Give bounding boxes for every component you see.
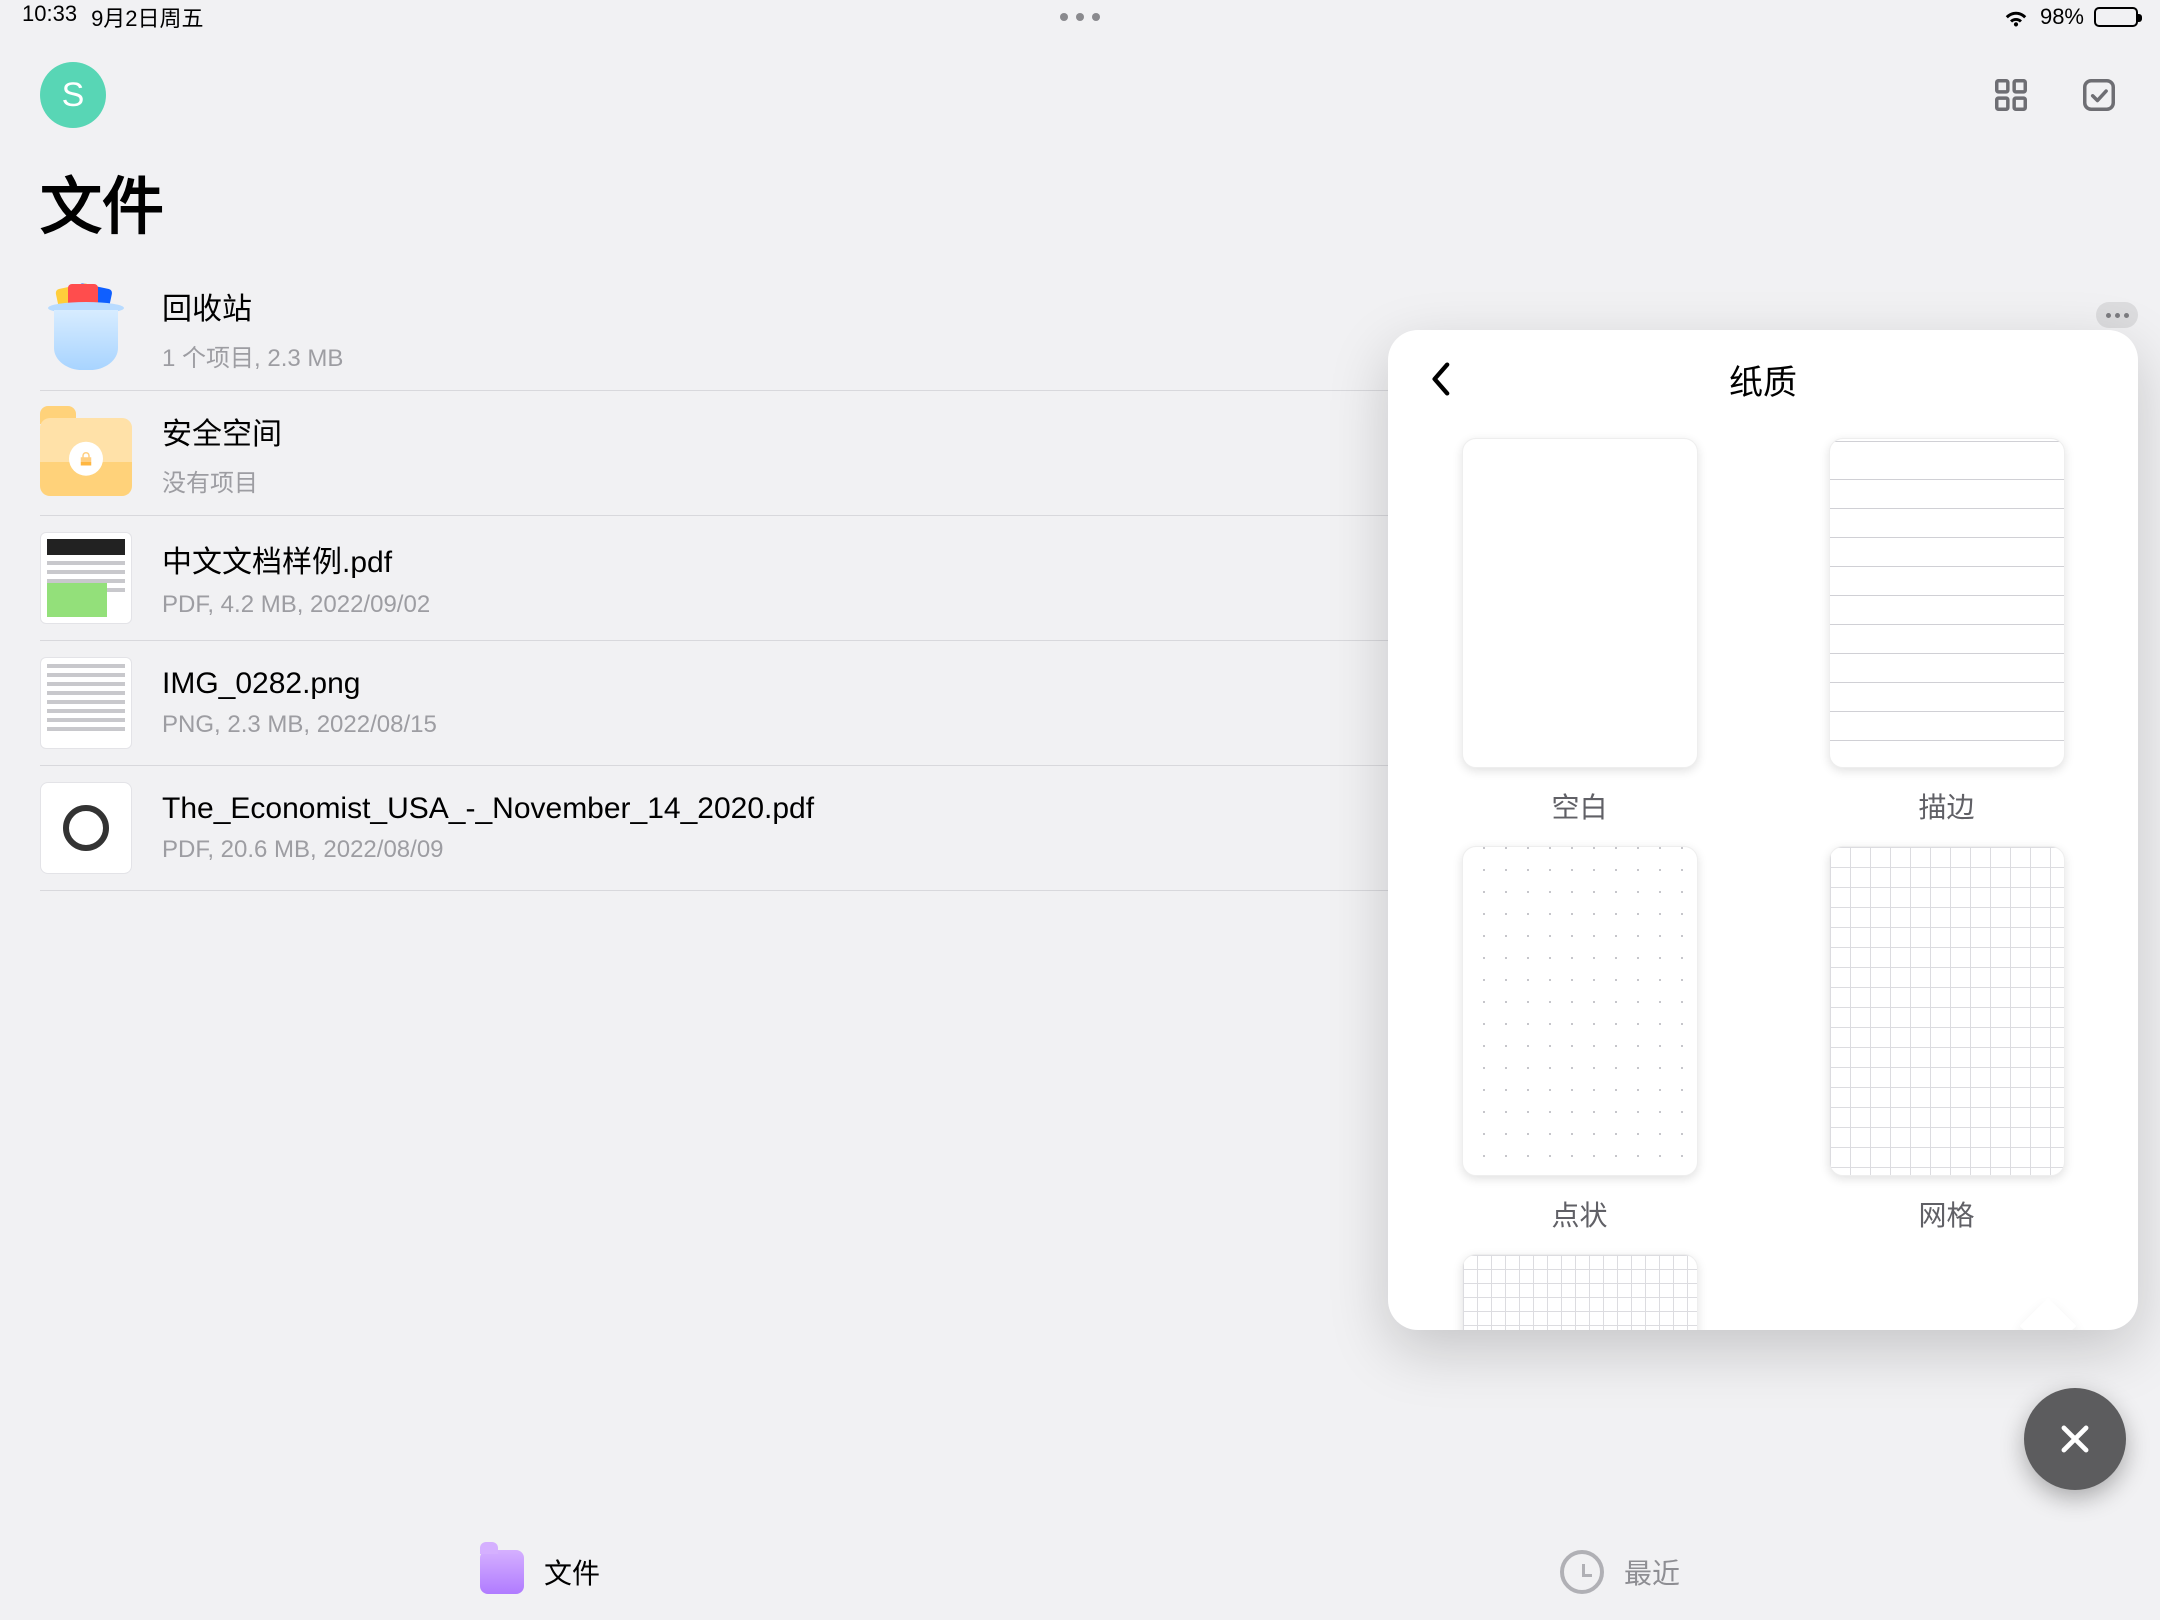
file-title: 中文文档样例.pdf — [162, 537, 430, 581]
avatar[interactable]: S — [40, 62, 106, 128]
header: S — [0, 34, 2160, 128]
page-title: 文件 — [0, 128, 2160, 266]
file-title: The_Economist_USA_-_November_14_2020.pdf — [162, 792, 814, 826]
paper-label: 网格 — [1918, 1194, 1974, 1234]
multitask-dots[interactable] — [1060, 13, 1100, 21]
paper-swatch-icon — [1462, 846, 1698, 1176]
folder-locked-icon — [40, 418, 132, 496]
paper-style-panel: 纸质 空白 描边 点状 网格 — [1388, 330, 2138, 1330]
paper-label: 点状 — [1551, 1194, 1607, 1234]
tab-recent[interactable]: 最近 — [1080, 1524, 2160, 1620]
paper-label: 空白 — [1551, 786, 1607, 826]
pdf-thumbnail-icon — [40, 782, 132, 874]
trash-icon — [40, 282, 132, 374]
status-time: 10:33 — [22, 1, 77, 33]
status-bar: 10:33 9月2日周五 98% — [0, 0, 2160, 34]
file-meta: PDF, 4.2 MB, 2022/09/02 — [162, 591, 430, 619]
paper-swatch-icon — [1462, 438, 1698, 768]
file-title: 回收站 — [162, 284, 343, 328]
paper-label: 描边 — [1918, 786, 1974, 826]
folder-icon — [480, 1550, 524, 1594]
more-icon[interactable] — [2096, 302, 2138, 328]
file-meta: PNG, 2.3 MB, 2022/08/15 — [162, 711, 437, 739]
file-meta: 1 个项目, 2.3 MB — [162, 338, 343, 373]
battery-icon — [2094, 7, 2138, 27]
paper-option-ruled[interactable]: 描边 — [1805, 438, 2088, 826]
battery-pct: 98% — [2040, 4, 2084, 30]
image-thumbnail-icon — [40, 657, 132, 749]
file-meta: 没有项目 — [162, 463, 282, 498]
status-date: 9月2日周五 — [91, 1, 203, 33]
paper-option-blank[interactable]: 空白 — [1438, 438, 1721, 826]
paper-option-grid[interactable]: 网格 — [1805, 846, 2088, 1234]
tab-label: 文件 — [544, 1552, 600, 1592]
close-icon — [2056, 1420, 2094, 1458]
file-title: IMG_0282.png — [162, 667, 437, 701]
tab-label: 最近 — [1624, 1552, 1680, 1592]
paper-option-dot[interactable]: 点状 — [1438, 846, 1721, 1234]
select-mode-icon[interactable] — [2078, 74, 2120, 116]
close-button[interactable] — [2024, 1388, 2126, 1490]
paper-option-quad[interactable] — [1438, 1254, 1721, 1330]
panel-title: 纸质 — [1729, 355, 1797, 404]
file-meta: PDF, 20.6 MB, 2022/08/09 — [162, 836, 814, 864]
view-grid-icon[interactable] — [1990, 74, 2032, 116]
file-title: 安全空间 — [162, 409, 282, 453]
tab-bar: 文件 最近 — [0, 1524, 2160, 1620]
pdf-thumbnail-icon — [40, 532, 132, 624]
chevron-left-icon — [1429, 361, 1451, 397]
paper-swatch-icon — [1829, 438, 2065, 768]
wifi-icon — [2002, 7, 2030, 27]
tab-files[interactable]: 文件 — [0, 1524, 1080, 1620]
paper-swatch-icon — [1462, 1254, 1698, 1330]
clock-icon — [1560, 1550, 1604, 1594]
paper-swatch-icon — [1829, 846, 2065, 1176]
back-button[interactable] — [1418, 357, 1462, 401]
